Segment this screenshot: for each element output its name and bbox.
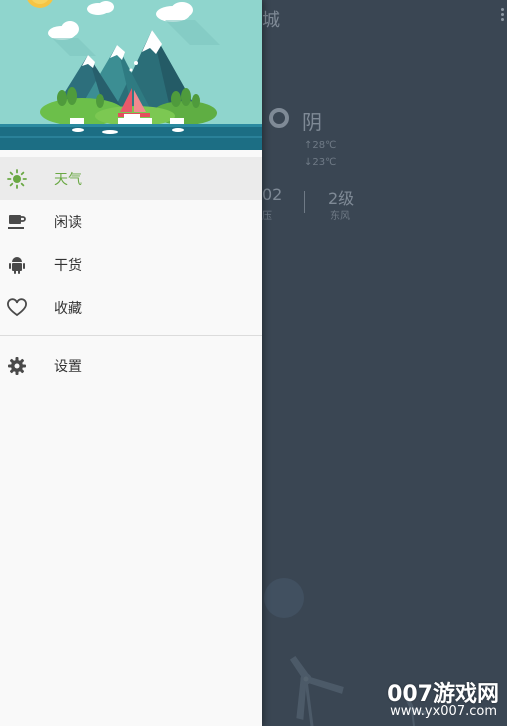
- weather-condition-icon: [269, 108, 289, 128]
- sun-icon: [7, 168, 27, 189]
- more-options-icon[interactable]: [501, 8, 505, 24]
- menu-item-settings[interactable]: 设置: [0, 344, 262, 387]
- watermark-url: www.yx007.com: [390, 704, 497, 719]
- temp-high: ↑28℃: [304, 140, 337, 151]
- menu-label-favorites: 收藏: [54, 300, 82, 317]
- weather-condition: 阴: [302, 110, 322, 134]
- heart-icon: [7, 297, 27, 316]
- drawer-header-illustration: [0, 0, 262, 150]
- android-icon: [9, 256, 25, 274]
- menu-item-weather[interactable]: 天气: [0, 157, 262, 200]
- menu-divider: [0, 335, 262, 336]
- menu-label-weather: 天气: [54, 171, 82, 188]
- menu-label-settings: 设置: [54, 358, 82, 375]
- pressure-label: 压: [262, 211, 272, 222]
- temp-low: ↓23℃: [304, 157, 337, 168]
- app-screen: 城 阴 ↑28℃ ↓23℃ 02 压 2级 东风 007游戏网 www.yx00…: [0, 0, 507, 726]
- wind-direction: 东风: [330, 211, 350, 222]
- city-title: 城: [262, 10, 280, 31]
- menu-label-resources: 干货: [54, 257, 82, 274]
- navigation-drawer: 天气 闲读 干货 收藏 设置: [0, 0, 262, 726]
- island-landscape-image: [0, 0, 262, 150]
- menu-label-reading: 闲读: [54, 214, 82, 231]
- menu-item-resources[interactable]: 干货: [0, 243, 262, 286]
- menu-item-favorites[interactable]: 收藏: [0, 286, 262, 329]
- coffee-cup-icon: [8, 214, 26, 229]
- pressure-value: 02: [262, 185, 283, 204]
- gear-icon: [8, 356, 26, 375]
- menu-item-reading[interactable]: 闲读: [0, 200, 262, 243]
- wind-level: 2级: [328, 189, 355, 208]
- stat-divider: [304, 191, 305, 213]
- drawer-menu: 天气 闲读 干货 收藏 设置: [0, 157, 262, 387]
